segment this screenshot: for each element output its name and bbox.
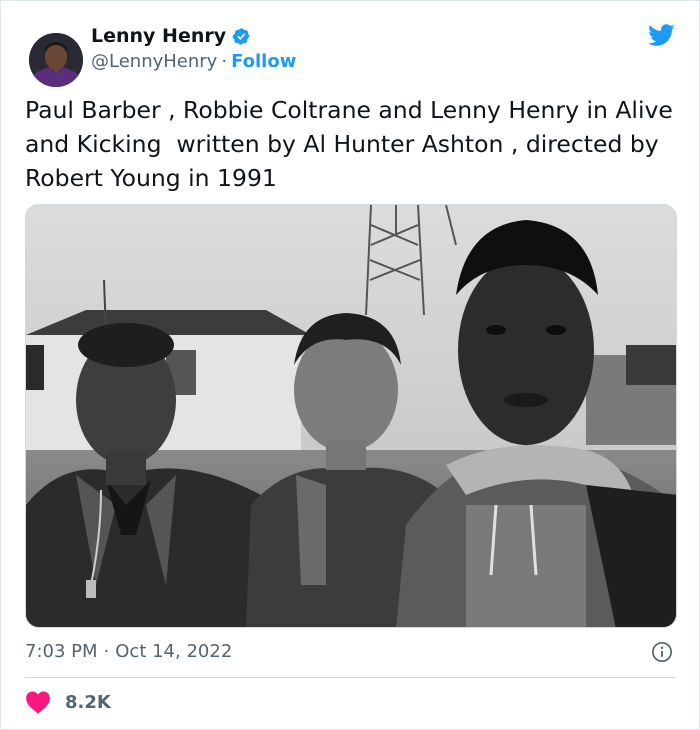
twitter-bird-icon[interactable] (645, 21, 677, 49)
divider (25, 677, 675, 678)
follow-button[interactable]: Follow (231, 51, 296, 72)
heart-icon (26, 691, 50, 714)
handle-row: @LennyHenry · Follow (91, 51, 296, 72)
separator: · (103, 641, 110, 662)
tweet-time: 7:03 PM (25, 641, 98, 662)
tweet-date: Oct 14, 2022 (115, 641, 233, 662)
like-count: 8.2K (65, 691, 111, 713)
verified-badge-icon (232, 27, 250, 45)
display-name[interactable]: Lenny Henry (91, 25, 226, 47)
avatar[interactable] (29, 33, 83, 87)
like-button[interactable]: 8.2K (25, 690, 111, 714)
handle[interactable]: @LennyHenry (91, 51, 217, 72)
tweet-photo[interactable] (25, 204, 677, 628)
info-icon[interactable] (651, 641, 673, 663)
tweet-card: Lenny Henry @LennyHenry · Follow Paul Barb… (0, 0, 700, 730)
tweet-timestamp[interactable]: 7:03 PM · Oct 14, 2022 (25, 641, 232, 662)
tweet-text: Paul Barber , Robbie Coltrane and Lenny … (25, 96, 681, 192)
separator: · (221, 51, 228, 72)
